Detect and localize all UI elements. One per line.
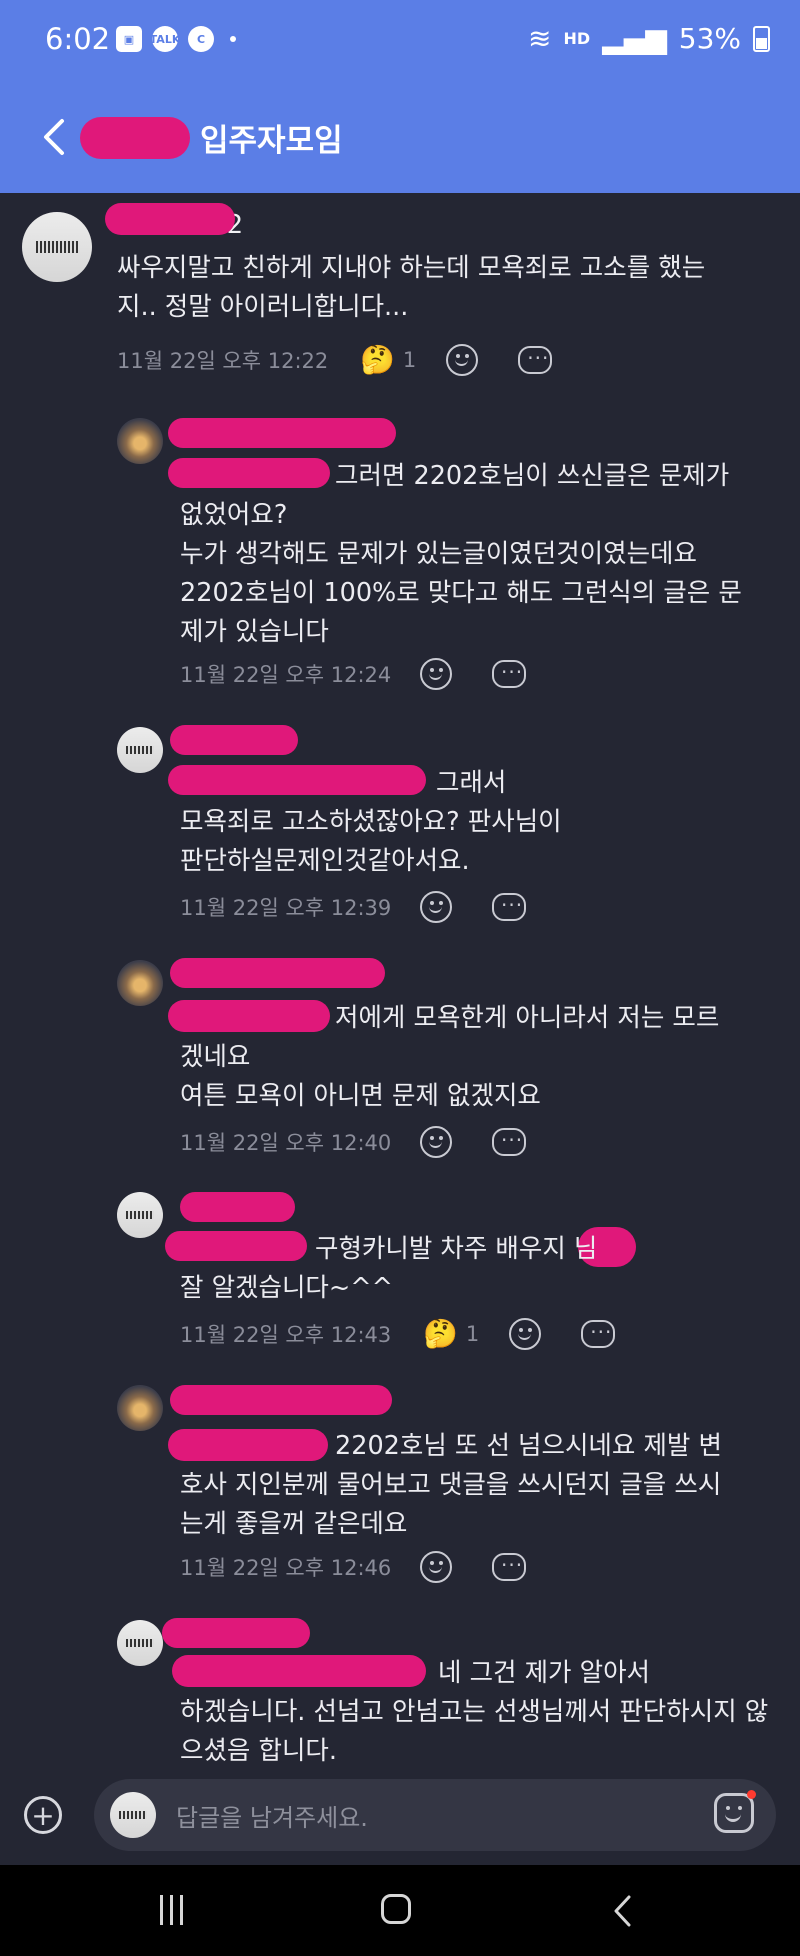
- comment-text: 그러면 2202호님이 쓰신글은 문제가 없었어요? 누가 생각해도 문제가 있…: [180, 457, 760, 652]
- comment-time: 11월 22일 오후 12:22: [117, 348, 329, 373]
- reaction-count: 1: [465, 1321, 480, 1346]
- smile-icon[interactable]: [420, 1551, 452, 1583]
- redaction-mark: [170, 958, 385, 988]
- comment-time: 11월 22일 오후 12:24: [180, 663, 392, 687]
- avatar[interactable]: [117, 1385, 163, 1431]
- avatar[interactable]: [22, 212, 92, 282]
- comment-time: 11월 22일 오후 12:40: [180, 1131, 392, 1155]
- comment-text: 싸우지말고 친하게 지내야 하는데 모욕죄로 고소를 했는지.. 정말 아이러니…: [117, 253, 706, 322]
- recents-icon[interactable]: [160, 1895, 188, 1925]
- comment-meta: 11월 22일 오후 12:43 🤔 1: [180, 1314, 655, 1350]
- plus-icon[interactable]: +: [24, 1796, 62, 1834]
- thinking-face-icon: 🤔: [360, 343, 395, 376]
- avatar[interactable]: [117, 1620, 163, 1666]
- avatar: [110, 1792, 156, 1838]
- system-nav-bar: [0, 1865, 800, 1956]
- thinking-face-icon: 🤔: [423, 1317, 458, 1350]
- nav-back-icon[interactable]: [608, 1894, 638, 1928]
- top-bar: 6:02 ▣ TALK C ≋ HD ▂▄▆ 53% 입주자모임: [0, 0, 800, 193]
- comment-input-bar: + 답글을 남겨주세요.: [0, 1765, 800, 1865]
- reply-bubble-icon[interactable]: [492, 1547, 526, 1581]
- signal-icon: ▂▄▆: [602, 22, 667, 55]
- smile-icon[interactable]: [446, 343, 479, 376]
- smile-icon[interactable]: [509, 1317, 542, 1350]
- reply-bubble-icon[interactable]: [492, 654, 526, 688]
- home-icon[interactable]: [381, 1894, 411, 1924]
- redaction-mark: [80, 117, 190, 159]
- redaction-mark: [105, 203, 235, 235]
- redaction-mark: [162, 1618, 310, 1648]
- reaction-count: 1: [402, 347, 417, 372]
- comment-text-content: 네 그건 제가 알아서 하겠습니다. 선넘고 안넘고는 선생님께서 판단하시지 …: [180, 1658, 769, 1765]
- comment-meta: 11월 22일 오후 12:24: [180, 654, 566, 690]
- comment-text: 네 그건 제가 알아서 하겠습니다. 선넘고 안넘고는 선생님께서 판단하시지 …: [180, 1654, 780, 1765]
- status-time: 6:02: [45, 22, 111, 56]
- comment-text-content: 구형카니발 차주 배우지 님 잘 알겠습니다~^^: [180, 1234, 598, 1303]
- kakaotalk-icon: TALK: [150, 26, 180, 52]
- reaction-summary[interactable]: 🤔 1: [360, 343, 416, 376]
- system-icons: ≋ HD ▂▄▆ 53%: [528, 22, 770, 55]
- comment-input[interactable]: 답글을 남겨주세요.: [94, 1779, 776, 1851]
- redaction-mark: [180, 1192, 295, 1222]
- smile-icon[interactable]: [420, 891, 452, 923]
- hd-voice-icon: HD: [563, 29, 591, 48]
- comment-text-content: 2202호님 또 선 넘으시네요 제발 변호사 지인분께 물어보고 댓글을 쓰시…: [180, 1431, 722, 1539]
- reply-bubble-icon[interactable]: [492, 1122, 526, 1156]
- reply-bubble-icon[interactable]: [518, 340, 553, 374]
- reply-bubble-icon[interactable]: [581, 1314, 616, 1348]
- comment-text-content: 그러면 2202호님이 쓰신글은 문제가 없었어요? 누가 생각해도 문제가 있…: [180, 461, 742, 647]
- comment-time: 11월 22일 오후 12:46: [180, 1556, 392, 1580]
- comment-text: 그래서 모욕죄로 고소하셨잖아요? 판사님이 판단하실문제인것같아서요.: [180, 764, 760, 881]
- app-header: 입주자모임: [0, 85, 800, 193]
- avatar[interactable]: [117, 418, 163, 464]
- avatar[interactable]: [117, 960, 163, 1006]
- smile-icon[interactable]: [420, 658, 452, 690]
- notification-dot: [747, 1790, 756, 1799]
- status-bar: 6:02 ▣ TALK C ≋ HD ▂▄▆ 53%: [0, 0, 800, 85]
- back-arrow-icon[interactable]: [36, 113, 76, 161]
- c-app-icon: C: [188, 26, 214, 52]
- comment-meta: 11월 22일 오후 12:40: [180, 1122, 566, 1158]
- reaction-summary[interactable]: 🤔 1: [423, 1317, 479, 1350]
- comment-text: 2202호님 또 선 넘으시네요 제발 변호사 지인분께 물어보고 댓글을 쓰시…: [180, 1427, 740, 1544]
- redaction-mark: [170, 1385, 392, 1415]
- comment-text: 저에게 모욕한게 아니라서 저는 모르겠네요 여튼 모욕이 아니면 문제 없겠지…: [180, 999, 720, 1116]
- avatar[interactable]: [117, 1192, 163, 1238]
- wifi-icon: ≋: [528, 22, 552, 55]
- reply-bubble-icon[interactable]: [492, 887, 526, 921]
- comment-meta: 11월 22일 오후 12:46: [180, 1547, 566, 1583]
- battery-percent: 53%: [678, 22, 741, 55]
- notification-icons: ▣ TALK C: [116, 26, 236, 52]
- gallery-icon: ▣: [116, 26, 142, 52]
- emoji-icon[interactable]: [714, 1793, 754, 1833]
- comment-time: 11월 22일 오후 12:39: [180, 896, 392, 920]
- comment-time: 11월 22일 오후 12:43: [180, 1322, 392, 1347]
- comment-meta: 11월 22일 오후 12:22 🤔 1: [117, 340, 592, 376]
- page-title: 입주자모임: [200, 122, 343, 159]
- comment-placeholder[interactable]: 답글을 남겨주세요.: [176, 1798, 368, 1833]
- comment-meta: 11월 22일 오후 12:39: [180, 887, 566, 923]
- redaction-mark: [168, 418, 396, 448]
- avatar[interactable]: [117, 727, 163, 773]
- comment-text-content: 저에게 모욕한게 아니라서 저는 모르겠네요 여튼 모욕이 아니면 문제 없겠지…: [180, 1003, 720, 1111]
- battery-icon: [753, 25, 770, 52]
- comment-text: 구형카니발 차주 배우지 님 잘 알겠습니다~^^: [180, 1230, 740, 1308]
- redaction-mark: [170, 725, 298, 755]
- more-notifications-icon: [230, 36, 236, 42]
- comment-text-content: 그래서 모욕죄로 고소하셨잖아요? 판사님이 판단하실문제인것같아서요.: [180, 768, 562, 876]
- smile-icon[interactable]: [420, 1126, 452, 1158]
